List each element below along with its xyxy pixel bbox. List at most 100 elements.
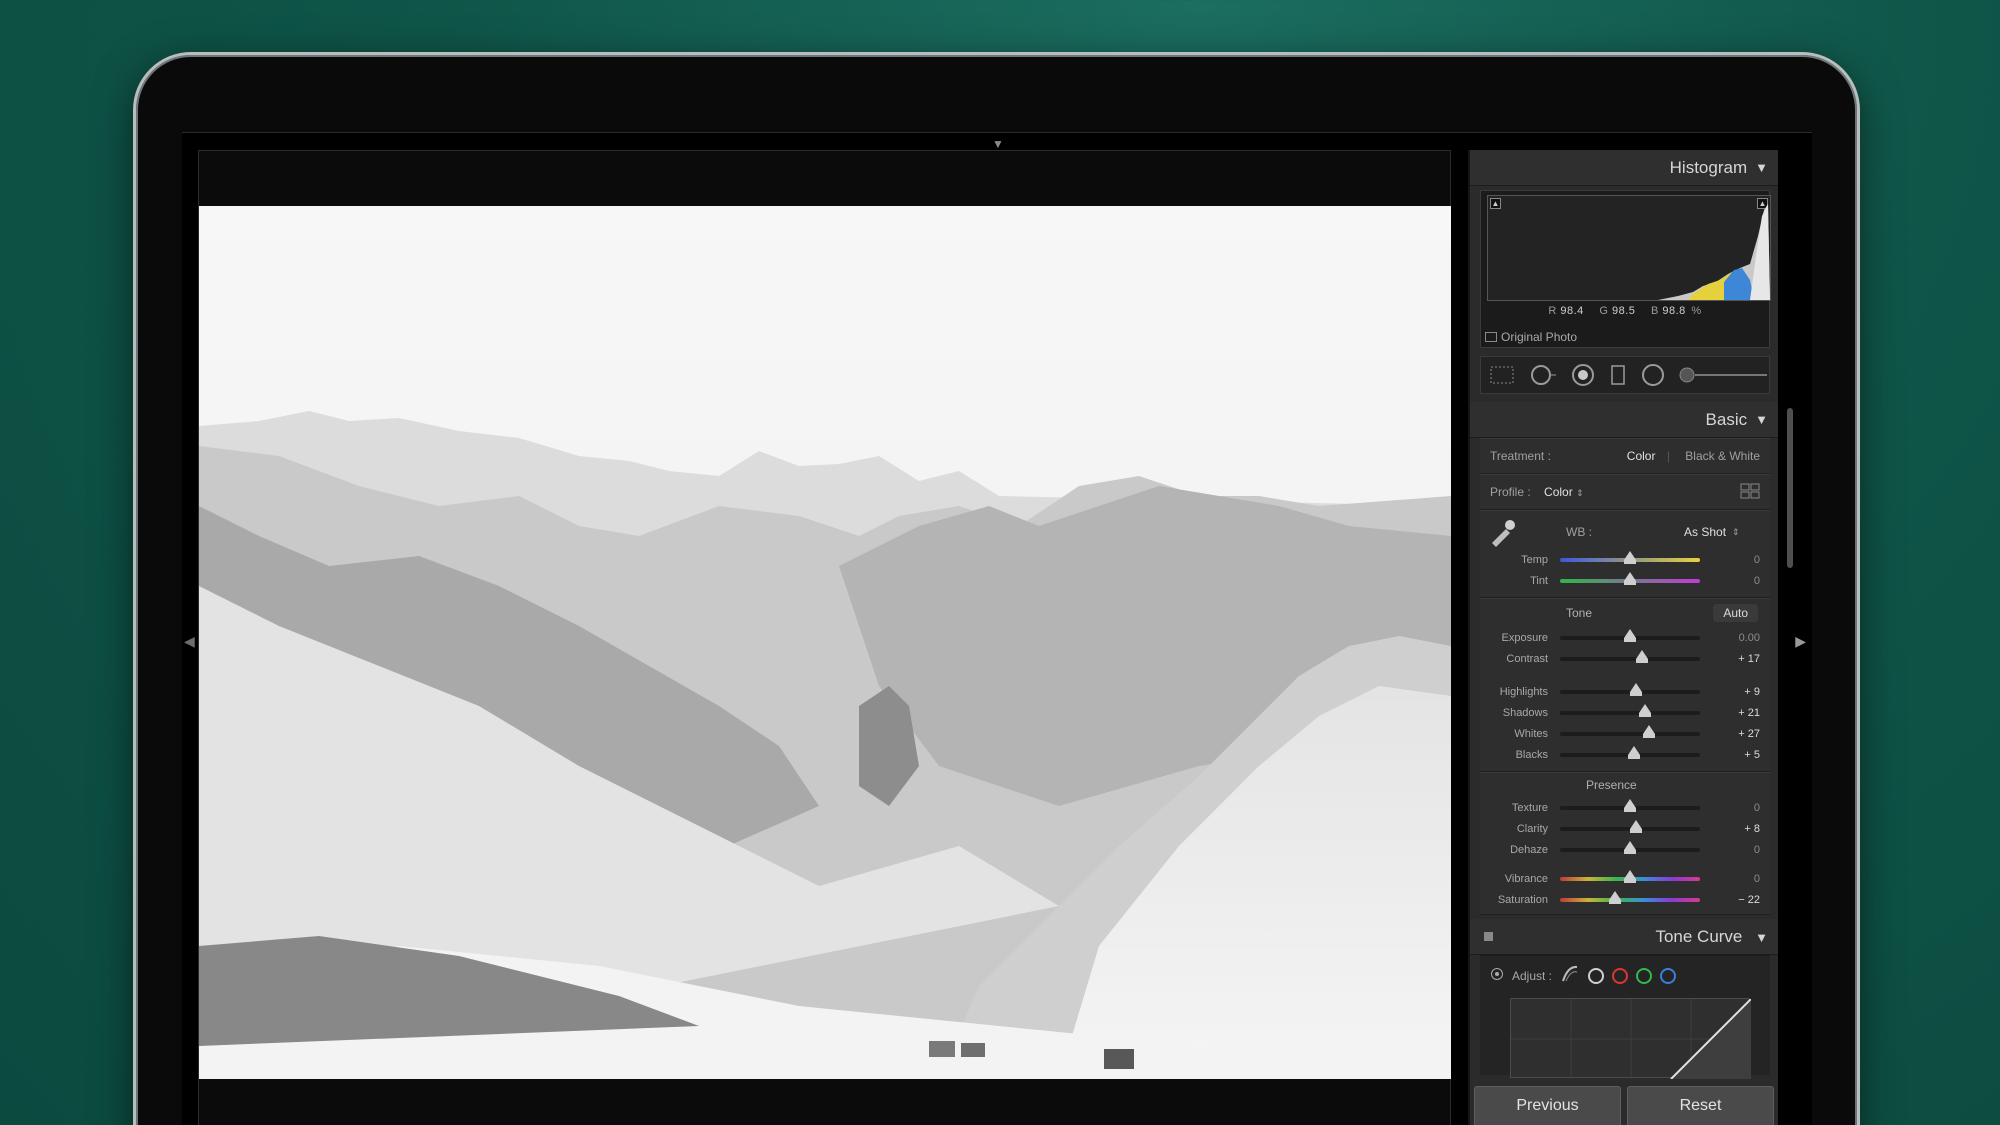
auto-tone-button[interactable]: Auto [1713,604,1758,622]
right-panel-toggle-icon[interactable]: ▶ [1795,633,1806,650]
exposure-value[interactable]: 0.00 [1700,632,1760,644]
tint-value[interactable]: 0 [1700,575,1760,587]
eyedropper-icon[interactable] [1488,517,1518,550]
updown-chevron-icon[interactable]: ⇕ [1576,488,1584,498]
shadows-slider-thumb[interactable] [1638,703,1651,717]
whites-slider[interactable] [1560,724,1700,738]
texture-slider-thumb[interactable] [1624,798,1636,812]
dehaze-value[interactable]: 0 [1700,844,1760,856]
tint-slider[interactable] [1560,571,1700,585]
red-channel-icon[interactable] [1612,967,1629,984]
clarity-slider-thumb[interactable] [1629,819,1642,833]
tone-curve-title: Tone Curve [1655,926,1743,946]
checkbox-icon[interactable] [1485,332,1497,342]
tint-slider-row: Tint 0 [1480,570,1770,591]
contrast-slider-thumb[interactable] [1635,649,1648,663]
saturation-value[interactable]: − 22 [1700,894,1760,906]
target-adjust-icon[interactable] [1490,967,1504,984]
saturation-slider[interactable] [1560,890,1700,904]
previous-button[interactable]: Previous [1474,1086,1621,1125]
panel-scrollbar[interactable] [1787,408,1793,568]
clarity-slider[interactable] [1560,819,1700,833]
wb-select[interactable]: As Shot [1684,525,1726,539]
collapse-triangle-icon[interactable]: ▼ [1755,160,1768,175]
tool-strip [1480,356,1770,394]
vibrance-slider[interactable] [1560,869,1700,883]
adjustment-brush-slider-icon[interactable] [1679,363,1769,387]
panel-switch-icon[interactable] [1484,932,1493,941]
dehaze-slider[interactable] [1560,840,1700,854]
g-value: 98.5 [1611,305,1636,317]
b-value: 98.8 [1662,305,1686,317]
saturation-label: Saturation [1497,893,1548,906]
profile-browser-grid-icon[interactable] [1740,483,1760,502]
green-channel-icon[interactable] [1636,967,1653,984]
updown-chevron-icon[interactable]: ⇕ [1732,527,1740,538]
whites-value[interactable]: + 27 [1700,728,1760,740]
clarity-value[interactable]: + 8 [1700,823,1760,835]
texture-slider-row: Texture 0 [1480,797,1770,818]
treatment-color-option[interactable]: Color [1627,449,1656,463]
tone-label: Tone [1566,606,1593,620]
blue-channel-icon[interactable] [1660,967,1677,984]
temp-slider[interactable] [1560,550,1700,564]
radial-filter-icon[interactable] [1641,363,1665,387]
blacks-value[interactable]: + 5 [1700,749,1760,761]
tone-curve-graph[interactable] [1510,998,1752,1080]
original-photo-label: Original Photo [1501,330,1578,344]
shadows-label: Shadows [1502,706,1548,719]
exposure-slider[interactable] [1560,628,1700,642]
top-panel-toggle-icon[interactable]: ▼ [992,137,1004,151]
vibrance-slider-thumb[interactable] [1624,869,1636,883]
left-panel-toggle-icon[interactable]: ◀ [184,633,195,650]
histogram-header[interactable]: Histogram ▼ [1470,150,1778,186]
tone-head: Tone Auto [1480,599,1770,627]
exposure-slider-thumb[interactable] [1624,628,1636,642]
lightroom-window: ▼ ◀ ▶ Histogram ▼ ▲ ▲ R 98.4 G 98.5 B 98… [182,132,1812,1125]
tint-slider-thumb[interactable] [1624,571,1636,585]
temp-value[interactable]: 0 [1700,554,1760,566]
spot-removal-icon[interactable] [1529,363,1557,387]
tone-curve-body: Adjust : [1480,955,1770,1080]
highlights-value[interactable]: + 9 [1700,686,1760,698]
tone-curve-header[interactable]: Tone Curve ▼ [1470,919,1778,955]
original-photo-checkbox[interactable]: Original Photo [1485,330,1577,344]
profile-select[interactable]: Color [1544,485,1573,499]
collapse-triangle-icon[interactable]: ▼ [1755,412,1768,427]
shadows-value[interactable]: + 21 [1700,707,1760,719]
treatment-label: Treatment : [1490,449,1551,463]
vibrance-value[interactable]: 0 [1700,873,1760,885]
texture-slider[interactable] [1560,798,1700,812]
temp-label: Temp [1521,553,1548,566]
highlights-slider-thumb[interactable] [1630,682,1643,696]
whites-slider-thumb[interactable] [1642,724,1655,738]
whites-slider-row: Whites + 27 [1480,723,1770,744]
profile-label: Profile : [1490,485,1531,499]
temp-slider-thumb[interactable] [1624,550,1636,564]
presence-section: Presence Texture 0 Clarity + 8 Dehaze 0 [1480,772,1770,915]
dehaze-slider-thumb[interactable] [1624,840,1636,854]
contrast-value[interactable]: + 17 [1700,653,1760,665]
rgb-channel-icon[interactable] [1588,967,1605,984]
shadows-slider[interactable] [1560,703,1700,717]
saturation-slider-thumb[interactable] [1608,890,1621,904]
reset-button[interactable]: Reset [1627,1086,1774,1125]
texture-value[interactable]: 0 [1700,802,1760,814]
contrast-slider[interactable] [1560,649,1700,663]
graduated-filter-icon[interactable] [1609,363,1627,387]
parametric-curve-icon[interactable] [1560,964,1580,987]
red-eye-icon[interactable] [1571,363,1595,387]
blacks-slider[interactable] [1560,745,1700,759]
treatment-row: Treatment : Color | Black & White [1480,438,1770,474]
highlights-slider-row: Highlights + 9 [1480,681,1770,702]
blacks-slider-thumb[interactable] [1627,745,1640,759]
contrast-slider-row: Contrast + 17 [1480,648,1770,669]
highlights-slider[interactable] [1560,682,1700,696]
treatment-bw-option[interactable]: Black & White [1685,449,1760,463]
vibrance-slider-row: Vibrance 0 [1480,868,1770,889]
collapse-triangle-icon[interactable]: ▼ [1755,930,1768,945]
contrast-label: Contrast [1506,652,1548,665]
crop-grid-icon[interactable] [1489,363,1515,387]
basic-header[interactable]: Basic ▼ [1470,402,1778,438]
highlights-label: Highlights [1499,685,1548,698]
